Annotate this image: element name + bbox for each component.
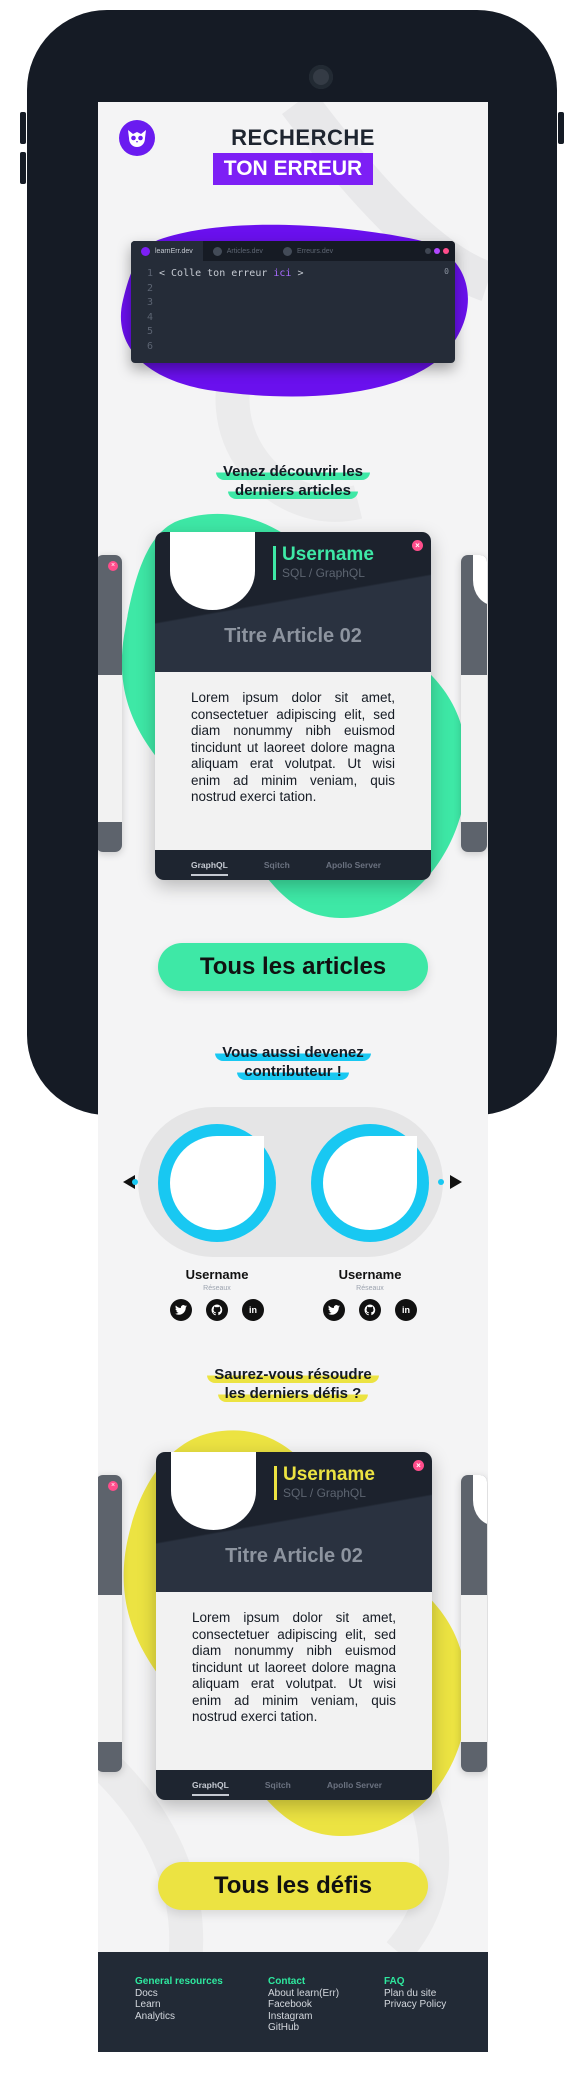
editor-tab-articles[interactable]: Articles.dev [203, 241, 273, 261]
window-controls [425, 248, 455, 254]
close-icon[interactable]: × [413, 1460, 424, 1471]
contributor-role: Réseaux [356, 1285, 384, 1292]
char-count: 0 [444, 267, 449, 276]
footer-link-instagram[interactable]: Instagram [268, 2011, 339, 2023]
card-username: Username [282, 544, 374, 565]
camera-icon [309, 65, 333, 89]
arrow-dot [438, 1179, 444, 1185]
challenge-title: Titre Article 02 [225, 1545, 363, 1567]
card-header: Username SQL / GraphQL × Titre Article 0… [156, 1452, 432, 1592]
twitter-icon[interactable] [170, 1299, 192, 1321]
owl-logo-icon [128, 130, 146, 147]
phone-side-button [20, 112, 26, 144]
app-screen: RECHERCHE TON ERREUR learnErr.dev Articl… [98, 102, 488, 2052]
all-articles-button[interactable]: Tous les articles [158, 943, 428, 991]
editor-tab-erreurs[interactable]: Erreurs.dev [273, 241, 343, 261]
card-header: Username SQL / GraphQL × Titre Article 0… [155, 532, 431, 672]
footer-link-learn[interactable]: Learn [135, 1999, 223, 2011]
challenge-excerpt: Lorem ipsum dolor sit amet, consectetuer… [192, 1610, 396, 1724]
owl-logo-icon [141, 246, 150, 256]
linkedin-icon[interactable]: in [395, 1299, 417, 1321]
footer-link-github[interactable]: GitHub [268, 2022, 339, 2034]
footer-col-resources: General resources Docs Learn Analytics [135, 1976, 223, 2022]
footer-link-about[interactable]: About learn(Err) [268, 1988, 339, 2000]
avatar [170, 532, 255, 610]
contributor-avatar[interactable] [158, 1124, 276, 1242]
next-article-card[interactable] [461, 555, 487, 852]
footer-link-docs[interactable]: Docs [135, 1988, 223, 2000]
footer: General resources Docs Learn Analytics C… [98, 1952, 488, 2052]
editor-tabs: learnErr.dev Articles.dev Erreurs.dev [131, 241, 455, 261]
footer-link-facebook[interactable]: Facebook [268, 1999, 339, 2011]
tab-apollo-server[interactable]: Apollo Server [326, 850, 381, 880]
tab-apollo-server[interactable]: Apollo Server [327, 1770, 382, 1800]
linkedin-icon[interactable]: in [242, 1299, 264, 1321]
card-tabs: GraphQL Sqitch Apollo Server [156, 1770, 432, 1800]
contributor-socials: in [323, 1299, 417, 1321]
all-challenges-button[interactable]: Tous les défis [158, 1862, 428, 1910]
card-subtitle: SQL / GraphQL [282, 566, 365, 580]
tab-sqitch[interactable]: Sqitch [265, 1770, 291, 1800]
contributor-avatar[interactable] [311, 1124, 429, 1242]
tab-sqitch[interactable]: Sqitch [264, 850, 290, 880]
contributors-heading: Vous aussi devenez contributeur ! [158, 1043, 428, 1081]
arrow-right-icon[interactable] [450, 1175, 462, 1189]
avatar [171, 1452, 256, 1530]
footer-col-faq: FAQ Plan du site Privacy Policy [384, 1976, 447, 2011]
footer-link-privacy[interactable]: Privacy Policy [384, 1999, 446, 2011]
hero-title-highlight: TON ERREUR [213, 153, 373, 185]
app-logo[interactable] [119, 120, 155, 156]
card-subtitle: SQL / GraphQL [283, 1486, 366, 1500]
editor-tab-learnerr[interactable]: learnErr.dev [131, 241, 203, 261]
error-icon [282, 246, 292, 256]
contributor-role: Réseaux [203, 1285, 231, 1292]
code-editor[interactable]: learnErr.dev Articles.dev Erreurs.dev 1 … [131, 241, 455, 363]
article-title: Titre Article 02 [224, 625, 362, 647]
contributor-name: Username [185, 1267, 249, 1282]
footer-col-contact: Contact About learn(Err) Facebook Instag… [268, 1976, 340, 2034]
challenges-heading: Saurez-vous résoudre les derniers défis … [158, 1365, 428, 1403]
phone-side-button [20, 152, 26, 184]
challenge-card[interactable]: Username SQL / GraphQL × Titre Article 0… [156, 1452, 432, 1800]
footer-link-sitemap[interactable]: Plan du site [384, 1988, 446, 2000]
card-tabs: GraphQL Sqitch Apollo Server [155, 850, 431, 880]
article-excerpt: Lorem ipsum dolor sit amet, consectetuer… [191, 690, 395, 804]
footer-link-analytics[interactable]: Analytics [135, 2011, 223, 2023]
contributor-socials: in [170, 1299, 264, 1321]
arrow-dot [132, 1179, 138, 1185]
close-icon[interactable]: × [412, 540, 423, 551]
articles-heading: Venez découvrir les derniers articles [158, 462, 428, 500]
hero-title: RECHERCHE [231, 125, 375, 150]
editor-input[interactable]: 1 2 3 4 5 6 < Colle ton erreur ici > [131, 261, 455, 354]
code-placeholder: < Colle ton erreur ici > [159, 268, 304, 279]
twitter-icon[interactable] [323, 1299, 345, 1321]
tab-graphql[interactable]: GraphQL [192, 1770, 229, 1800]
article-card[interactable]: Username SQL / GraphQL × Titre Article 0… [155, 532, 431, 880]
tab-graphql[interactable]: GraphQL [191, 850, 228, 880]
line-numbers: 1 2 3 4 5 6 [146, 268, 153, 352]
prev-challenge-card[interactable]: × [98, 1475, 122, 1772]
phone-side-button [558, 112, 564, 144]
next-challenge-card[interactable] [461, 1475, 487, 1772]
contributor-name: Username [338, 1267, 402, 1282]
github-icon[interactable] [359, 1299, 381, 1321]
card-username: Username [283, 1464, 375, 1485]
prev-article-card[interactable]: × [98, 555, 122, 852]
article-icon [212, 246, 222, 256]
github-icon[interactable] [206, 1299, 228, 1321]
